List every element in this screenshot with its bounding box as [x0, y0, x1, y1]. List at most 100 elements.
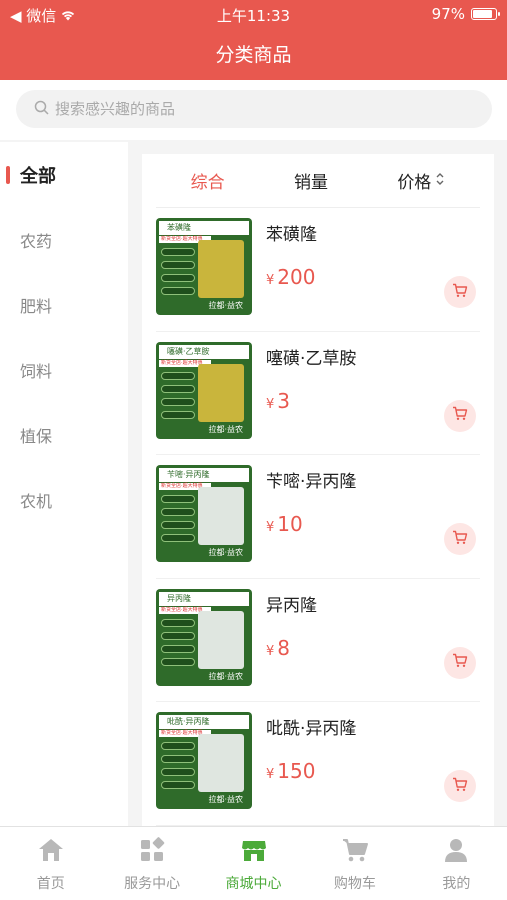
product-name: 苯磺隆: [266, 225, 317, 245]
tab-home[interactable]: 首页: [0, 827, 101, 900]
product-thumbnail: 苯磺隆 新货全店·超大特惠 拉都·益农: [156, 218, 252, 315]
battery-icon: [471, 8, 500, 20]
status-bar: ◀ 微信 上午11:33 97%: [0, 0, 507, 28]
sidebar-item-label: 农药: [20, 231, 53, 251]
product-price: ¥8: [266, 636, 290, 660]
add-to-cart-button[interactable]: [444, 523, 476, 555]
product-price: ¥3: [266, 389, 290, 413]
currency-symbol: ¥: [266, 396, 275, 412]
price-value: 200: [277, 265, 316, 289]
thumb-brand: 拉都·益农: [208, 795, 243, 804]
thumb-brand: 拉都·益农: [208, 424, 243, 434]
thumb-brand: 拉都·益农: [208, 671, 243, 681]
home-icon: [37, 837, 65, 873]
product-item[interactable]: 吡酰·异丙隆 新货全店·超大特惠 拉都·益农 吡酰·异丙隆 ¥150: [156, 702, 480, 826]
thumb-package: [198, 487, 244, 545]
sort-bar: 综合 销量 价格: [156, 154, 480, 208]
grid-icon: [138, 837, 166, 873]
bottom-tab-bar: 首页 服务中心 商城中心 购物车 我的: [0, 826, 507, 900]
price-value: 3: [277, 388, 291, 413]
sidebar-item-pesticide[interactable]: 农药: [0, 207, 128, 272]
thumb-title: 噻磺·乙草胺: [159, 344, 249, 359]
sidebar-item-all[interactable]: 全部: [0, 142, 128, 207]
thumb-title: 异丙隆: [159, 591, 249, 606]
tab-label: 商城中心: [225, 876, 282, 892]
sidebar-item-label: 植保: [20, 426, 53, 446]
search-input[interactable]: [55, 100, 455, 118]
thumb-package: [198, 240, 244, 298]
tab-label: 我的: [442, 876, 471, 892]
sidebar-item-fertilizer[interactable]: 肥料: [0, 272, 128, 337]
price-value: 10: [277, 512, 303, 536]
tab-shopping-cart[interactable]: 购物车: [304, 827, 405, 900]
header: ◀ 微信 上午11:33 97% 分类商品: [0, 0, 507, 80]
add-to-cart-button[interactable]: [444, 399, 476, 432]
thumb-package: [198, 363, 244, 422]
product-thumbnail: 异丙隆 新货全店·超大特惠 拉都·益农: [156, 588, 252, 686]
currency-symbol: ¥: [266, 520, 275, 535]
cart-icon: [452, 653, 468, 672]
product-item[interactable]: 异丙隆 新货全店·超大特惠 拉都·益农 异丙隆 ¥8: [156, 579, 480, 702]
tab-label: 服务中心: [124, 876, 181, 892]
product-price: ¥150: [266, 759, 315, 783]
thumb-package: [198, 734, 244, 792]
tab-label: 首页: [36, 876, 65, 892]
price-value: 8: [277, 635, 291, 660]
price-value: 150: [277, 759, 316, 783]
cart-icon: [452, 530, 468, 549]
sidebar-item-plant-protection[interactable]: 植保: [0, 402, 128, 467]
product-name: 异丙隆: [266, 595, 317, 616]
currency-symbol: ¥: [266, 273, 275, 288]
product-item[interactable]: 苄嘧·异丙隆 新货全店·超大特惠 拉都·益农 苄嘧·异丙隆 ¥10: [156, 455, 480, 579]
sidebar-item-machinery[interactable]: 农机: [0, 467, 128, 532]
sort-comprehensive[interactable]: 综合: [191, 168, 225, 193]
search-icon: [34, 100, 49, 119]
tab-label: 购物车: [333, 876, 376, 892]
product-thumbnail: 苄嘧·异丙隆 新货全店·超大特惠 拉都·益农: [156, 465, 252, 562]
currency-symbol: ¥: [266, 767, 275, 782]
cart-icon: [452, 777, 468, 796]
product-price: ¥10: [266, 512, 303, 536]
store-icon: [240, 837, 268, 873]
product-thumbnail: 噻磺·乙草胺 新货全店·超大特惠 拉都·益农: [156, 341, 252, 439]
tab-mine[interactable]: 我的: [406, 827, 507, 900]
thumb-feature-pills: [161, 248, 195, 300]
product-thumbnail: 吡酰·异丙隆 新货全店·超大特惠 拉都·益农: [156, 712, 252, 809]
product-name: 吡酰·异丙隆: [266, 719, 357, 739]
sort-label: 综合: [190, 173, 225, 193]
add-to-cart-button[interactable]: [444, 276, 476, 308]
thumb-feature-pills: [161, 618, 195, 671]
thumb-title: 苯磺隆: [159, 221, 249, 235]
cart-icon: [341, 837, 369, 873]
sidebar-item-feed[interactable]: 饲料: [0, 337, 128, 402]
thumb-title: 苄嘧·异丙隆: [159, 468, 249, 482]
tab-mall-center[interactable]: 商城中心: [203, 827, 304, 900]
search-box[interactable]: [16, 90, 492, 128]
product-item[interactable]: 噻磺·乙草胺 新货全店·超大特惠 拉都·益农 噻磺·乙草胺 ¥3: [156, 332, 480, 455]
product-name: 苄嘧·异丙隆: [266, 472, 357, 492]
battery-percent: 97%: [431, 5, 465, 23]
sort-price[interactable]: 价格: [397, 168, 445, 193]
sidebar-item-label: 全部: [20, 165, 56, 187]
category-sidebar: 全部 农药 肥料 饲料 植保 农机: [0, 142, 128, 826]
sort-label: 销量: [293, 173, 328, 193]
thumb-brand: 拉都·益农: [208, 548, 243, 557]
thumb-feature-pills: [161, 742, 195, 794]
sort-label: 价格: [397, 173, 432, 193]
page-title: 分类商品: [215, 44, 292, 66]
thumb-feature-pills: [161, 495, 195, 547]
thumb-feature-pills: [161, 371, 195, 424]
product-item[interactable]: 苯磺隆 新货全店·超大特惠 拉都·益农 苯磺隆 ¥200: [156, 208, 480, 332]
sidebar-item-label: 农机: [20, 491, 53, 511]
user-icon: [442, 837, 470, 873]
currency-symbol: ¥: [266, 643, 275, 659]
add-to-cart-button[interactable]: [444, 770, 476, 802]
search-bar: [0, 80, 507, 140]
product-price: ¥200: [266, 265, 315, 289]
product-name: 噻磺·乙草胺: [266, 348, 357, 369]
product-panel: 综合 销量 价格 苯磺隆 新货全店·超大特惠 拉都·益农 苯磺隆 ¥200 噻磺…: [142, 154, 494, 826]
add-to-cart-button[interactable]: [444, 646, 476, 679]
status-battery: 97%: [431, 5, 500, 23]
tab-service-center[interactable]: 服务中心: [101, 827, 202, 900]
sort-sales[interactable]: 销量: [294, 168, 328, 193]
